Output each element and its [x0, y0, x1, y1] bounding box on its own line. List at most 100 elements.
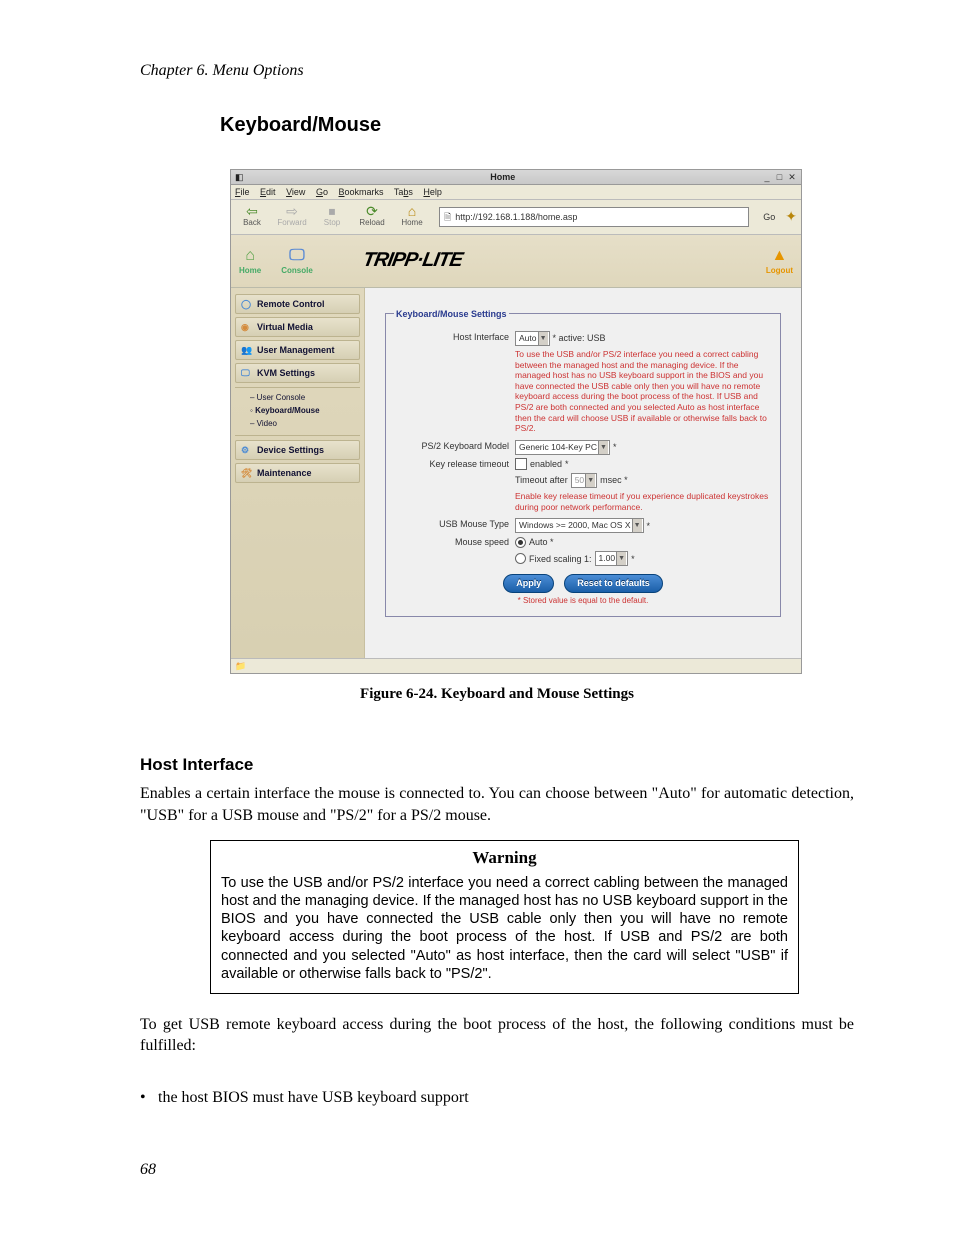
- key-release-checkbox[interactable]: [515, 458, 527, 470]
- menubar[interactable]: File Edit View Go Bookmarks Tabs Help: [231, 185, 801, 200]
- home-button[interactable]: ⌂ Home: [395, 204, 429, 229]
- mouse-speed-fixed-select[interactable]: 1.00: [595, 551, 629, 566]
- maintenance-icon: 🛠: [241, 467, 253, 479]
- usb-mouse-select[interactable]: Windows >= 2000, Mac OS X: [515, 518, 644, 533]
- sidebar-item-kvm-settings[interactable]: 🖵 KVM Settings: [235, 363, 360, 383]
- timeout-select[interactable]: 50: [571, 473, 597, 488]
- host-interface-label: Host Interface: [394, 331, 515, 346]
- ps2-model-label: PS/2 Keyboard Model: [394, 440, 515, 455]
- asterisk: *: [631, 553, 635, 565]
- menu-bookmarks[interactable]: Bookmarks: [339, 187, 384, 197]
- media-icon: ◉: [241, 321, 253, 333]
- sidebar-item-device-settings[interactable]: ⚙ Device Settings: [235, 440, 360, 460]
- window-controls[interactable]: _ □ ✕: [762, 170, 797, 184]
- home-icon: ⌂: [245, 245, 255, 267]
- key-release-enabled-label: enabled: [530, 458, 562, 470]
- timeout-unit: msec *: [600, 474, 628, 486]
- bullet-list: • the host BIOS must have USB keyboard s…: [140, 1087, 854, 1109]
- screenshot-figure: ◧ Home _ □ ✕ File Edit View Go Bookmarks…: [230, 169, 854, 674]
- warning-box: Warning To use the USB and/or PS/2 inter…: [210, 840, 799, 994]
- section-title: Keyboard/Mouse: [220, 112, 854, 139]
- remote-icon: ◯: [241, 298, 253, 310]
- url-input[interactable]: 🗎 http://192.168.1.188/home.asp: [439, 207, 749, 227]
- after-warning-text: To get USB remote keyboard access during…: [140, 1014, 854, 1057]
- chapter-header: Chapter 6. Menu Options: [140, 60, 854, 82]
- host-interface-text: Enables a certain interface the mouse is…: [140, 783, 854, 826]
- menu-file[interactable]: File: [235, 187, 250, 197]
- host-interface-select[interactable]: Auto: [515, 331, 550, 346]
- stored-note: * Stored value is equal to the default.: [394, 596, 772, 607]
- asterisk: *: [647, 520, 651, 532]
- mouse-speed-label: Mouse speed: [394, 536, 515, 548]
- host-interface-heading: Host Interface: [140, 754, 854, 777]
- brand-logout-button[interactable]: ▲ Logout: [766, 245, 793, 277]
- menu-tabs[interactable]: Tabs: [394, 187, 413, 197]
- key-release-note: Enable key release timeout if you experi…: [515, 491, 772, 512]
- page-icon: 🗎: [444, 211, 451, 223]
- status-icon: 📁: [235, 660, 246, 672]
- back-icon: ⇦: [246, 204, 258, 218]
- figure-caption: Figure 6-24. Keyboard and Mouse Settings: [140, 684, 854, 704]
- app-icon: ◧: [235, 170, 244, 184]
- status-bar: 📁: [231, 658, 801, 673]
- brand-bar: ⌂ Home 🖵 Console TRIPP·LITE ▲ Logout: [231, 235, 801, 288]
- page-number: 68: [140, 1159, 854, 1181]
- console-icon: 🖵: [289, 245, 304, 267]
- keyboard-mouse-fieldset: Keyboard/Mouse Settings Host Interface A…: [385, 308, 781, 618]
- sidebar-sub-video[interactable]: – Video: [235, 418, 360, 431]
- menu-go[interactable]: Go: [316, 187, 328, 197]
- url-text: http://192.168.1.188/home.asp: [455, 211, 577, 223]
- home-icon: ⌂: [408, 204, 416, 218]
- menu-view[interactable]: View: [286, 187, 305, 197]
- sidebar: ◯ Remote Control ◉ Virtual Media 👥 User …: [231, 288, 365, 658]
- main-panel: Keyboard/Mouse Settings Host Interface A…: [365, 288, 801, 658]
- kvm-icon: 🖵: [241, 367, 253, 379]
- brand-logo: TRIPP·LITE: [363, 247, 462, 274]
- users-icon: 👥: [241, 344, 253, 356]
- menu-help[interactable]: Help: [423, 187, 442, 197]
- forward-button[interactable]: ⇨ Forward: [275, 204, 309, 229]
- content-row: ◯ Remote Control ◉ Virtual Media 👥 User …: [231, 288, 801, 658]
- device-icon: ⚙: [241, 444, 253, 456]
- brand-console-button[interactable]: 🖵 Console: [281, 245, 313, 277]
- apply-button[interactable]: Apply: [503, 574, 554, 592]
- browser-window: ◧ Home _ □ ✕ File Edit View Go Bookmarks…: [230, 169, 802, 674]
- reload-button[interactable]: ⟳ Reload: [355, 204, 389, 229]
- sidebar-sub-user-console[interactable]: – User Console: [235, 392, 360, 405]
- stop-button[interactable]: ⏹ Stop: [315, 204, 349, 229]
- mouse-speed-fixed-radio[interactable]: [515, 553, 526, 564]
- usb-mouse-label: USB Mouse Type: [394, 518, 515, 533]
- maximize-icon[interactable]: □: [774, 170, 784, 184]
- sidebar-item-maintenance[interactable]: 🛠 Maintenance: [235, 463, 360, 483]
- reset-defaults-button[interactable]: Reset to defaults: [564, 574, 663, 592]
- menu-edit[interactable]: Edit: [260, 187, 276, 197]
- go-button[interactable]: Go: [759, 211, 779, 223]
- stop-icon: ⏹: [329, 204, 336, 218]
- sidebar-item-remote-control[interactable]: ◯ Remote Control: [235, 294, 360, 314]
- asterisk: *: [613, 441, 617, 453]
- back-button[interactable]: ⇦ Back: [235, 204, 269, 229]
- minimize-icon[interactable]: _: [762, 170, 772, 184]
- bullet-text: the host BIOS must have USB keyboard sup…: [158, 1087, 469, 1109]
- sidebar-sub-keyboard-mouse[interactable]: ◦ Keyboard/Mouse: [235, 405, 360, 418]
- host-interface-note: To use the USB and/or PS/2 interface you…: [515, 349, 772, 434]
- toolbar: ⇦ Back ⇨ Forward ⏹ Stop ⟳ Reload ⌂ Hom: [231, 200, 801, 235]
- logout-icon: ▲: [772, 245, 788, 267]
- mouse-speed-auto-radio[interactable]: [515, 537, 526, 548]
- bullet-dot: •: [140, 1087, 158, 1109]
- mouse-speed-auto-label: Auto *: [529, 536, 554, 548]
- mouse-speed-fixed-label: Fixed scaling 1:: [529, 553, 592, 565]
- timeout-after-label: Timeout after: [515, 474, 568, 486]
- asterisk: *: [565, 458, 569, 470]
- warning-body: To use the USB and/or PS/2 interface you…: [221, 874, 788, 983]
- close-icon[interactable]: ✕: [787, 170, 797, 184]
- sidebar-item-user-management[interactable]: 👥 User Management: [235, 340, 360, 360]
- host-interface-active: * active: USB: [553, 332, 606, 344]
- forward-icon: ⇨: [286, 204, 298, 218]
- window-title: Home: [244, 170, 762, 184]
- key-release-label: Key release timeout: [394, 458, 515, 470]
- ps2-model-select[interactable]: Generic 104-Key PC: [515, 440, 610, 455]
- reload-icon: ⟳: [366, 204, 378, 218]
- sidebar-item-virtual-media[interactable]: ◉ Virtual Media: [235, 317, 360, 337]
- brand-home-button[interactable]: ⌂ Home: [239, 245, 261, 277]
